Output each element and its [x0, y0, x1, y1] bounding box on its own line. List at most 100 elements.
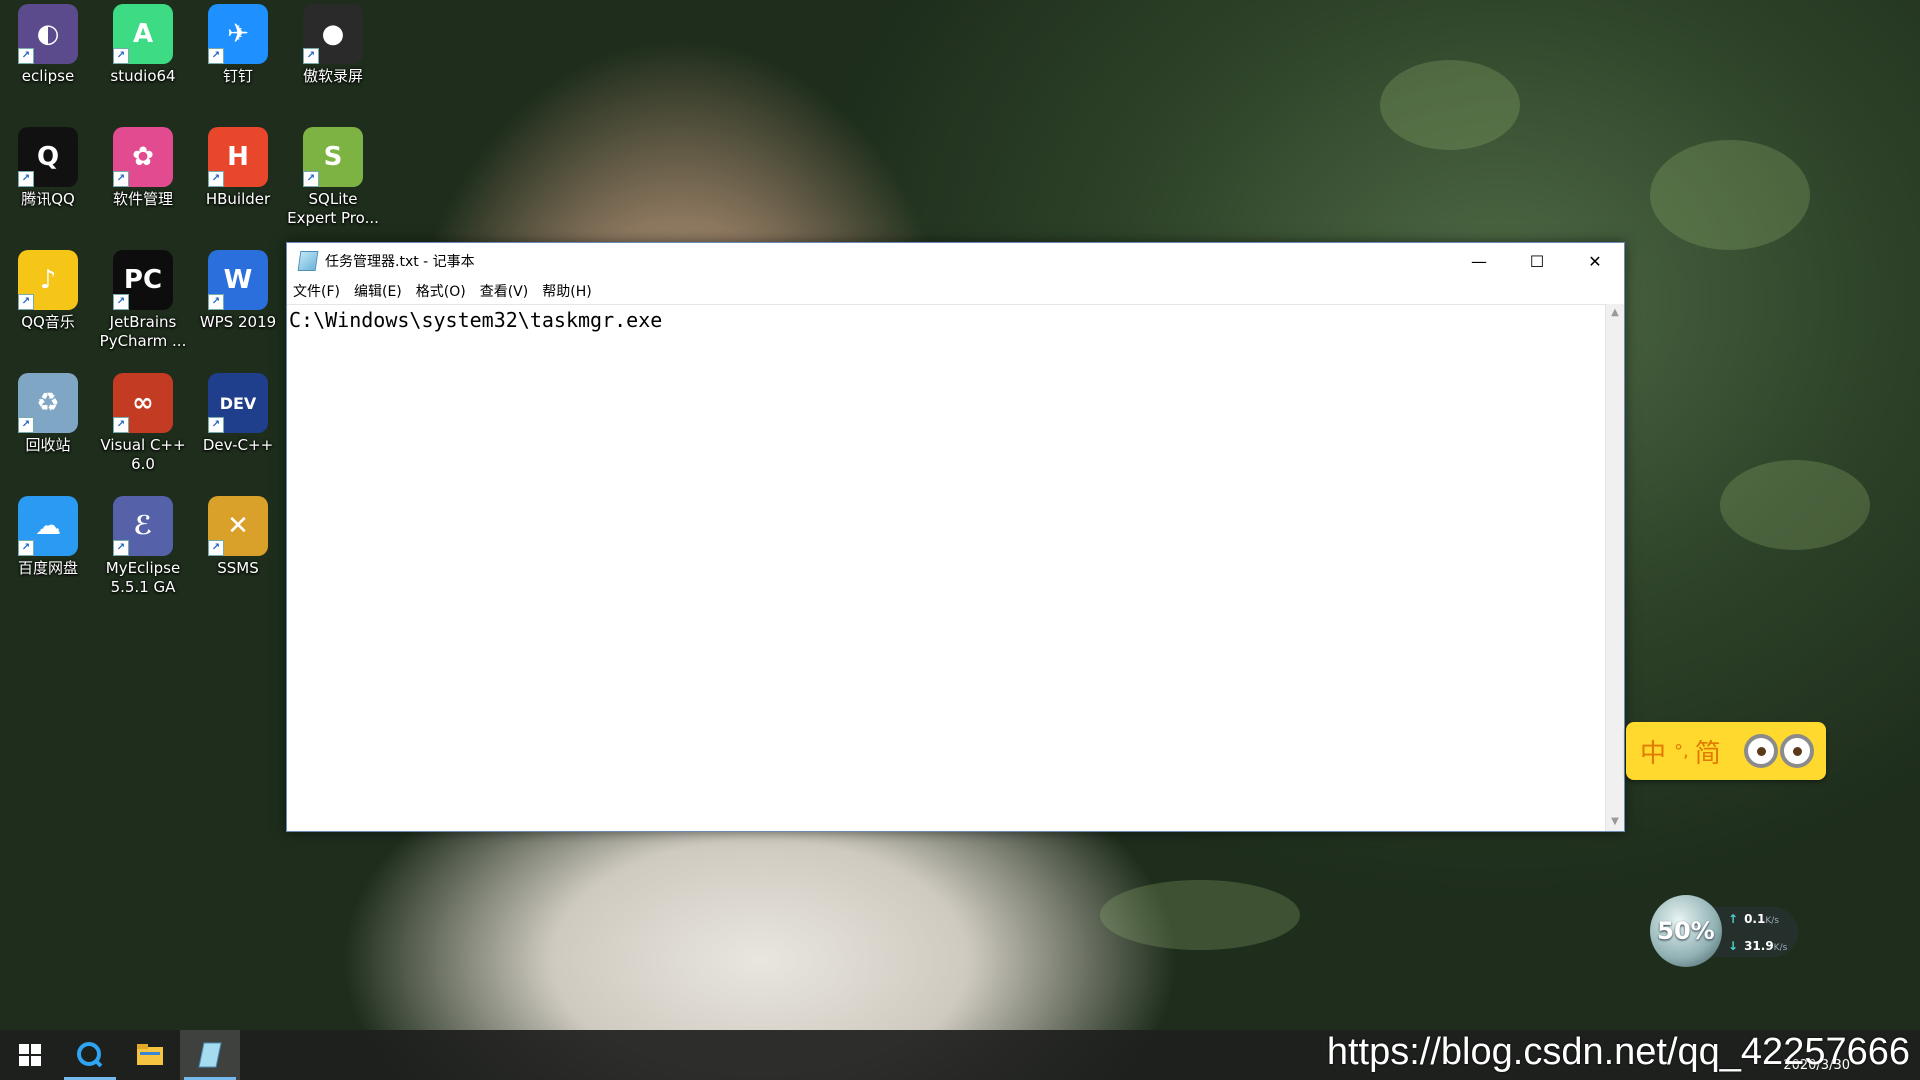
shortcut-arrow-icon: ↗ — [208, 540, 224, 556]
shortcut-arrow-icon: ↗ — [208, 294, 224, 310]
desktop-icon-label: WPS 2019 — [199, 313, 277, 331]
window-title: 任务管理器.txt - 记事本 — [325, 254, 475, 270]
ime-language[interactable]: 中 — [1640, 733, 1666, 770]
taskbar: 2020/3/30 https://blog.csdn.net/qq_42257… — [0, 1030, 1920, 1080]
desktop-icon-11[interactable]: ♻ ↗ 回收站 — [0, 369, 96, 455]
shortcut-arrow-icon: ↗ — [303, 171, 319, 187]
download-arrow-icon: ↓ — [1728, 939, 1739, 953]
desktop-icon-3[interactable]: ● ↗ 傲软录屏 — [285, 0, 381, 86]
shortcut-arrow-icon: ↗ — [18, 48, 34, 64]
desktop-icon-4[interactable]: Q ↗ 腾讯QQ — [0, 123, 96, 209]
desktop-icon-10[interactable]: W ↗ WPS 2019 — [190, 246, 286, 332]
desktop-icon-label: 腾讯QQ — [21, 190, 75, 208]
memory-usage-ball[interactable]: 50% — [1650, 895, 1722, 967]
ime-mascot-icon[interactable] — [1742, 734, 1814, 768]
menu-view[interactable]: 查看(V) — [480, 281, 529, 301]
desktop-icon-label: SSMS — [217, 559, 259, 577]
maximize-button[interactable]: ☐ — [1508, 243, 1566, 279]
desktop-icon-label: HBuilder — [205, 190, 271, 208]
text-editor[interactable]: C:\Windows\system32\taskmgr.exe — [287, 304, 1606, 831]
menu-file[interactable]: 文件(F) — [293, 281, 340, 301]
network-monitor[interactable]: ↑ 0.1K/s ↓ 31.9K/s 50% — [1650, 895, 1798, 967]
desktop-icon-label: studio64 — [110, 67, 176, 85]
desktop-icon-label: JetBrains PyCharm ... — [99, 313, 187, 350]
desktop-icon-0[interactable]: ◐ ↗ eclipse — [0, 0, 96, 86]
desktop-icon-label: 软件管理 — [112, 190, 173, 208]
desktop-icon-label: 钉钉 — [222, 67, 253, 85]
notepad-icon — [297, 251, 319, 271]
shortcut-arrow-icon: ↗ — [208, 48, 224, 64]
shortcut-arrow-icon: ↗ — [113, 417, 129, 433]
scroll-up-icon[interactable]: ▲ — [1606, 304, 1624, 322]
app-icon: H ↗ — [208, 127, 268, 187]
shortcut-arrow-icon: ↗ — [113, 294, 129, 310]
upload-unit: K/s — [1765, 916, 1779, 926]
notepad-taskbar-icon — [198, 1042, 222, 1068]
shortcut-arrow-icon: ↗ — [18, 540, 34, 556]
desktop-icon-1[interactable]: A ↗ studio64 — [95, 0, 191, 86]
start-button[interactable] — [0, 1030, 60, 1080]
ime-mode[interactable]: 简 — [1695, 733, 1721, 770]
desktop-icon-8[interactable]: ♪ ↗ QQ音乐 — [0, 246, 96, 332]
desktop-icon-6[interactable]: H ↗ HBuilder — [190, 123, 286, 209]
menu-format[interactable]: 格式(O) — [416, 281, 466, 301]
app-icon: PC ↗ — [113, 250, 173, 310]
shortcut-arrow-icon: ↗ — [18, 294, 34, 310]
app-icon: ♻ ↗ — [18, 373, 78, 433]
download-unit: K/s — [1773, 943, 1788, 953]
app-icon: DEV ↗ — [208, 373, 268, 433]
app-icon: W ↗ — [208, 250, 268, 310]
desktop-icon-2[interactable]: ✈ ↗ 钉钉 — [190, 0, 286, 86]
upload-speed: 0.1 — [1744, 912, 1766, 926]
desktop-icon-label: eclipse — [21, 67, 75, 85]
app-icon: ♪ ↗ — [18, 250, 78, 310]
desktop-icon-14[interactable]: ☁ ↗ 百度网盘 — [0, 492, 96, 578]
network-speeds: ↑ 0.1K/s ↓ 31.9K/s — [1712, 907, 1798, 957]
shortcut-arrow-icon: ↗ — [18, 171, 34, 187]
minimize-icon: — — [1471, 251, 1487, 271]
close-icon: ✕ — [1588, 251, 1602, 271]
desktop-icon-7[interactable]: S ↗ SQLite Expert Pro... — [285, 123, 381, 228]
shortcut-arrow-icon: ↗ — [18, 417, 34, 433]
scroll-down-icon[interactable]: ▼ — [1606, 813, 1624, 831]
minimize-button[interactable]: — — [1450, 243, 1508, 279]
desktop-icon-13[interactable]: DEV ↗ Dev-C++ — [190, 369, 286, 455]
desktop-icon-5[interactable]: ✿ ↗ 软件管理 — [95, 123, 191, 209]
desktop-icon-16[interactable]: ✕ ↗ SSMS — [190, 492, 286, 578]
shortcut-arrow-icon: ↗ — [113, 171, 129, 187]
title-bar[interactable]: 任务管理器.txt - 记事本 — ☐ ✕ — [287, 243, 1624, 279]
taskbar-file-explorer[interactable] — [120, 1030, 180, 1080]
app-icon: Q ↗ — [18, 127, 78, 187]
windows-logo-icon — [19, 1044, 41, 1066]
search-browser-icon — [77, 1042, 103, 1068]
ime-toolbar[interactable]: 中 °, 简 — [1626, 722, 1826, 780]
desktop-icon-label: Dev-C++ — [202, 436, 274, 454]
desktop-icon-9[interactable]: PC ↗ JetBrains PyCharm ... — [95, 246, 191, 351]
menu-edit[interactable]: 编辑(E) — [354, 281, 402, 301]
folder-icon — [137, 1044, 163, 1065]
taskbar-notepad[interactable] — [180, 1030, 240, 1080]
shortcut-arrow-icon: ↗ — [113, 48, 129, 64]
desktop-icon-label: MyEclipse 5.5.1 GA — [105, 559, 181, 596]
shortcut-arrow-icon: ↗ — [113, 540, 129, 556]
vertical-scrollbar[interactable]: ▲ ▼ — [1605, 304, 1624, 831]
url-watermark: https://blog.csdn.net/qq_42257666 — [1326, 1031, 1910, 1073]
close-button[interactable]: ✕ — [1566, 243, 1624, 279]
desktop-icon-15[interactable]: ℰ ↗ MyEclipse 5.5.1 GA — [95, 492, 191, 597]
shortcut-arrow-icon: ↗ — [208, 171, 224, 187]
app-icon: ● ↗ — [303, 4, 363, 64]
desktop-icon-label: 傲软录屏 — [302, 67, 363, 85]
desktop-icon-label: Visual C++ 6.0 — [100, 436, 186, 473]
menu-bar: 文件(F) 编辑(E) 格式(O) 查看(V) 帮助(H) — [287, 279, 1624, 303]
taskbar-search[interactable] — [60, 1030, 120, 1080]
app-icon: ∞ ↗ — [113, 373, 173, 433]
desktop-icon-label: 回收站 — [25, 436, 71, 454]
notepad-window: 任务管理器.txt - 记事本 — ☐ ✕ 文件(F) 编辑(E) 格式(O) … — [286, 242, 1625, 832]
app-icon: A ↗ — [113, 4, 173, 64]
desktop-icon-12[interactable]: ∞ ↗ Visual C++ 6.0 — [95, 369, 191, 474]
app-icon: ◐ ↗ — [18, 4, 78, 64]
ime-punctuation[interactable]: °, — [1674, 741, 1689, 762]
menu-help[interactable]: 帮助(H) — [542, 281, 591, 301]
desktop-icon-label: QQ音乐 — [21, 313, 75, 331]
maximize-icon: ☐ — [1529, 251, 1545, 271]
